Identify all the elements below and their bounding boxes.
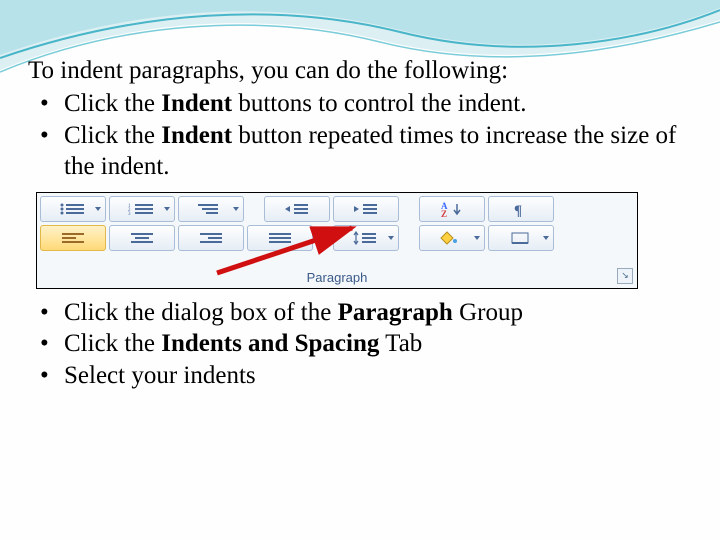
bullet-list-2: Click the dialog box of the Paragraph Gr… — [28, 297, 692, 391]
list-item: Click the dialog box of the Paragraph Gr… — [28, 297, 692, 328]
align-left-button[interactable] — [40, 225, 106, 251]
slide-content: To indent paragraphs, you can do the fol… — [0, 0, 720, 391]
sort-button[interactable]: AZ — [419, 196, 485, 222]
multilevel-list-button[interactable] — [178, 196, 244, 222]
borders-button[interactable] — [488, 225, 554, 251]
align-center-button[interactable] — [109, 225, 175, 251]
align-right-button[interactable] — [178, 225, 244, 251]
svg-text:¶: ¶ — [514, 203, 522, 217]
svg-text:3: 3 — [128, 212, 131, 216]
svg-text:Z: Z — [441, 209, 447, 217]
numbering-button[interactable]: 123 — [109, 196, 175, 222]
list-item: Select your indents — [28, 360, 692, 391]
line-spacing-button[interactable] — [333, 225, 399, 251]
list-item: Click the Indent button repeated times t… — [28, 120, 692, 183]
decrease-indent-button[interactable] — [264, 196, 330, 222]
paragraph-ribbon-group: 123 AZ ¶ — [36, 192, 638, 289]
bullet-list-1: Click the Indent buttons to control the … — [28, 88, 692, 182]
shading-button[interactable] — [419, 225, 485, 251]
bullets-button[interactable] — [40, 196, 106, 222]
list-item: Click the Indent buttons to control the … — [28, 88, 692, 119]
justify-button[interactable] — [247, 225, 313, 251]
list-item: Click the Indents and Spacing Tab — [28, 328, 692, 359]
intro-text: To indent paragraphs, you can do the fol… — [28, 55, 692, 86]
ribbon-caption: Paragraph — [37, 270, 637, 286]
increase-indent-button[interactable] — [333, 196, 399, 222]
dialog-launcher-icon[interactable]: ↘ — [617, 268, 633, 284]
show-hide-button[interactable]: ¶ — [488, 196, 554, 222]
